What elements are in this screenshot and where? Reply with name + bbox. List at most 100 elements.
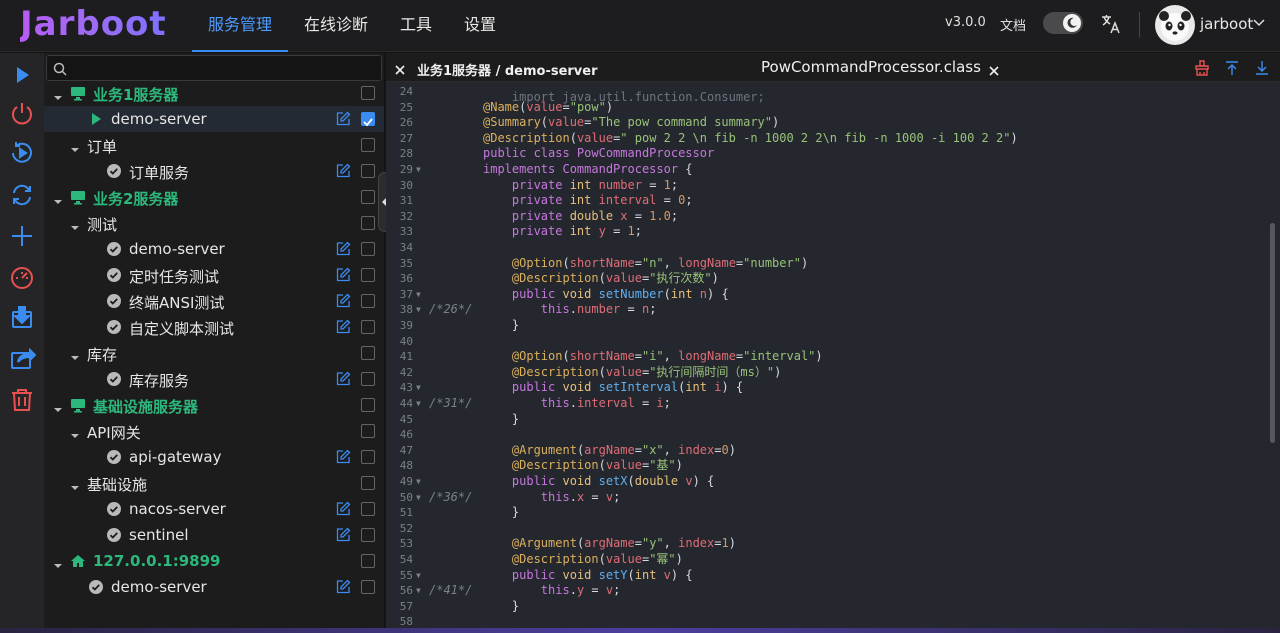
- edit-icon[interactable]: [336, 267, 351, 282]
- tree-row[interactable]: 订单: [44, 132, 384, 158]
- caret-down-icon[interactable]: [70, 140, 80, 152]
- search-input[interactable]: [46, 55, 382, 81]
- chevron-down-icon[interactable]: [1252, 14, 1266, 28]
- tree-row[interactable]: demo-server: [44, 106, 384, 132]
- edit-icon[interactable]: [336, 579, 351, 594]
- tree-row[interactable]: 业务1服务器: [44, 80, 384, 106]
- edit-icon[interactable]: [336, 163, 351, 178]
- caret-down-icon[interactable]: [70, 478, 80, 490]
- scroll-thumb[interactable]: [1270, 223, 1275, 443]
- fold-arrow-icon[interactable]: ▼: [416, 162, 421, 178]
- row-checkbox[interactable]: [361, 138, 375, 152]
- tree-row[interactable]: 基础设施服务器: [44, 392, 384, 418]
- caret-down-icon[interactable]: [70, 348, 80, 360]
- edit-icon[interactable]: [336, 449, 351, 464]
- row-checkbox[interactable]: [361, 476, 375, 490]
- row-checkbox[interactable]: [361, 320, 375, 334]
- fold-arrow-icon[interactable]: ▼: [416, 380, 421, 396]
- caret-down-icon[interactable]: [53, 400, 63, 412]
- theme-toggle[interactable]: [1043, 12, 1083, 34]
- caret-down-icon[interactable]: [53, 88, 63, 100]
- app-logo[interactable]: Jarboot: [20, 4, 167, 44]
- tree-row[interactable]: api-gateway: [44, 444, 384, 470]
- edit-icon[interactable]: [336, 371, 351, 386]
- tree-row[interactable]: 基础设施: [44, 470, 384, 496]
- row-checkbox[interactable]: [361, 242, 375, 256]
- caret-down-icon[interactable]: [70, 218, 80, 230]
- fold-arrow-icon[interactable]: ▼: [416, 287, 421, 303]
- tree-row[interactable]: demo-server: [44, 574, 384, 600]
- fold-arrow-icon[interactable]: ▼: [416, 474, 421, 490]
- edit-icon[interactable]: [336, 293, 351, 308]
- row-checkbox[interactable]: [361, 164, 375, 178]
- add-icon[interactable]: [8, 222, 36, 250]
- edit-icon[interactable]: [336, 501, 351, 516]
- row-checkbox[interactable]: [361, 86, 375, 100]
- row-checkbox[interactable]: [361, 216, 375, 230]
- tree-row[interactable]: sentinel: [44, 522, 384, 548]
- tree-row[interactable]: 订单服务: [44, 158, 384, 184]
- tree-row[interactable]: nacos-server: [44, 496, 384, 522]
- row-checkbox[interactable]: [361, 502, 375, 516]
- row-checkbox[interactable]: [361, 528, 375, 542]
- code-line: 57 }: [386, 599, 1266, 615]
- row-checkbox[interactable]: [361, 346, 375, 360]
- editor-scrollbar[interactable]: [1267, 83, 1277, 633]
- code-view[interactable]: import java.util.function.Consumer; 24 25…: [386, 83, 1280, 633]
- share-icon[interactable]: [8, 344, 37, 372]
- tree-row[interactable]: API网关: [44, 418, 384, 444]
- nav-tools[interactable]: 工具: [384, 0, 448, 52]
- edit-icon[interactable]: [336, 319, 351, 334]
- fold-arrow-icon[interactable]: ▼: [416, 568, 421, 584]
- clear-icon[interactable]: [1194, 60, 1210, 76]
- row-checkbox[interactable]: [361, 190, 375, 204]
- row-checkbox[interactable]: [361, 398, 375, 412]
- row-checkbox[interactable]: [361, 424, 375, 438]
- close-file-icon[interactable]: [988, 62, 1000, 76]
- row-checkbox[interactable]: [361, 294, 375, 308]
- tree-row[interactable]: 终端ANSI测试: [44, 288, 384, 314]
- nav-settings[interactable]: 设置: [448, 0, 512, 52]
- fold-arrow-icon[interactable]: ▼: [416, 302, 421, 318]
- import-icon[interactable]: [8, 303, 36, 331]
- user-avatar[interactable]: [1155, 5, 1195, 45]
- close-icon[interactable]: [394, 61, 406, 75]
- tree-row[interactable]: 127.0.0.1:9899: [44, 548, 384, 574]
- tree-row[interactable]: 自定义脚本测试: [44, 314, 384, 340]
- caret-down-icon[interactable]: [70, 426, 80, 438]
- fold-arrow-icon[interactable]: ▼: [416, 490, 421, 506]
- play-icon[interactable]: [8, 61, 36, 89]
- fold-arrow-icon[interactable]: ▼: [416, 396, 421, 412]
- dashboard-icon[interactable]: [8, 263, 36, 291]
- scroll-bottom-icon[interactable]: [1254, 60, 1270, 76]
- tree-row[interactable]: 库存: [44, 340, 384, 366]
- language-icon[interactable]: [1100, 13, 1122, 35]
- file-tab-title[interactable]: PowCommandProcessor.class: [761, 58, 981, 76]
- row-checkbox[interactable]: [361, 112, 375, 127]
- restart-icon[interactable]: [8, 139, 36, 167]
- row-checkbox[interactable]: [361, 268, 375, 282]
- tree-row[interactable]: 定时任务测试: [44, 262, 384, 288]
- row-checkbox[interactable]: [361, 554, 375, 568]
- nav-service-management[interactable]: 服务管理: [192, 0, 289, 52]
- username-label[interactable]: jarboot: [1200, 15, 1253, 33]
- delete-icon[interactable]: [8, 386, 36, 414]
- tree-row[interactable]: 测试: [44, 210, 384, 236]
- edit-icon[interactable]: [336, 111, 351, 126]
- row-checkbox[interactable]: [361, 372, 375, 386]
- fold-arrow-icon[interactable]: ▼: [416, 583, 421, 599]
- scroll-top-icon[interactable]: [1224, 60, 1240, 76]
- docs-link[interactable]: 文档: [1000, 15, 1026, 34]
- row-checkbox[interactable]: [361, 450, 375, 464]
- caret-down-icon[interactable]: [53, 192, 63, 204]
- nav-online-diagnosis[interactable]: 在线诊断: [288, 0, 384, 52]
- edit-icon[interactable]: [336, 527, 351, 542]
- tree-row[interactable]: 业务2服务器: [44, 184, 384, 210]
- refresh-icon[interactable]: [8, 181, 36, 209]
- caret-down-icon[interactable]: [53, 556, 63, 568]
- power-icon[interactable]: [8, 99, 36, 127]
- edit-icon[interactable]: [336, 241, 351, 256]
- tree-row[interactable]: 库存服务: [44, 366, 384, 392]
- tree-row[interactable]: demo-server: [44, 236, 384, 262]
- row-checkbox[interactable]: [361, 580, 375, 594]
